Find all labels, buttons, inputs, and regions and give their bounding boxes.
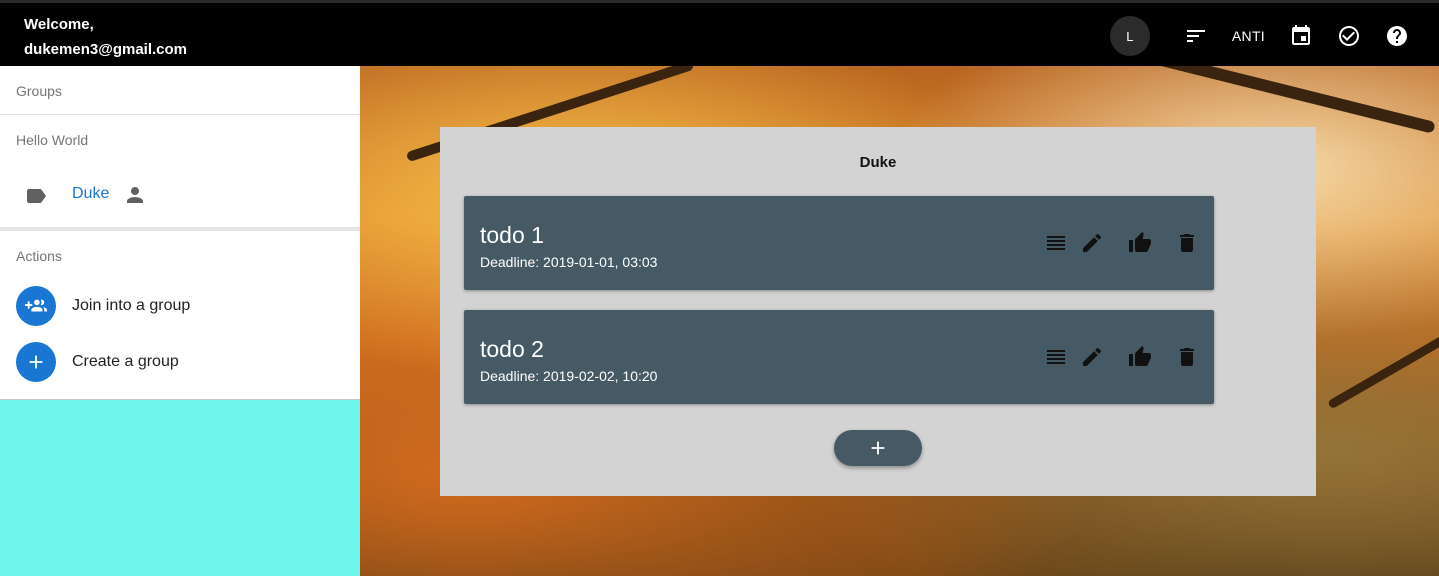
welcome-greeting: Welcome, (24, 16, 94, 33)
groups-header: Groups (16, 83, 62, 99)
group-add-icon (16, 286, 56, 326)
add-todo-button[interactable] (834, 430, 922, 466)
details-icon[interactable] (1044, 345, 1068, 369)
todo-deadline: Deadline: 2019-02-02, 10:20 (480, 368, 658, 384)
join-group-label: Join into a group (72, 297, 191, 314)
top-actions: L ANTI (1109, 16, 1421, 56)
todo-title: todo 2 (480, 336, 544, 362)
user-email: dukemen3@gmail.com (24, 41, 188, 58)
plus-icon (16, 342, 56, 382)
background-branch (1327, 331, 1439, 410)
create-group-label: Create a group (72, 353, 179, 370)
main-content: Duke todo 1 Deadline: 2019-01-01, 03:03 (360, 66, 1439, 576)
label-icon (24, 184, 48, 208)
actions-header: Actions (16, 248, 62, 264)
todo-deadline: Deadline: 2019-01-01, 03:03 (480, 254, 658, 270)
sort-icon[interactable] (1184, 24, 1208, 48)
todo-card[interactable]: todo 2 Deadline: 2019-02-02, 10:20 (464, 310, 1214, 404)
background-branch (1064, 66, 1436, 134)
board-card: Duke todo 1 Deadline: 2019-01-01, 03:03 (440, 127, 1316, 496)
calendar-icon[interactable] (1289, 24, 1313, 48)
join-group-action[interactable]: Join into a group (0, 278, 360, 334)
details-icon[interactable] (1044, 231, 1068, 255)
edit-icon[interactable] (1080, 345, 1104, 369)
todo-card[interactable]: todo 1 Deadline: 2019-01-01, 03:03 (464, 196, 1214, 290)
like-icon[interactable] (1128, 231, 1152, 255)
avatar[interactable]: L (1109, 16, 1150, 56)
todo-title: todo 1 (480, 222, 544, 248)
welcome-message: Welcome, dukemen3@gmail.com (24, 12, 187, 62)
delete-icon[interactable] (1175, 231, 1199, 255)
divider (0, 114, 360, 115)
create-group-action[interactable]: Create a group (0, 334, 360, 390)
person-icon[interactable] (123, 183, 147, 207)
plus-icon (871, 441, 885, 455)
help-icon[interactable] (1385, 24, 1409, 48)
group-section-header: Hello World (16, 132, 89, 148)
like-icon[interactable] (1128, 345, 1152, 369)
section-divider (0, 227, 360, 231)
top-app-bar: Welcome, dukemen3@gmail.com L ANTI (0, 0, 1439, 66)
check-circle-icon[interactable] (1337, 24, 1361, 48)
edit-icon[interactable] (1080, 231, 1104, 255)
anti-button[interactable]: ANTI (1232, 28, 1265, 44)
delete-icon[interactable] (1175, 345, 1199, 369)
group-name[interactable]: Duke (72, 185, 109, 203)
sidebar-panel: Groups Hello World Duke Actions Join int… (0, 66, 360, 400)
board-title: Duke (859, 154, 897, 171)
sidebar: Groups Hello World Duke Actions Join int… (0, 66, 360, 576)
sidebar-item-duke[interactable]: Duke (0, 170, 360, 218)
